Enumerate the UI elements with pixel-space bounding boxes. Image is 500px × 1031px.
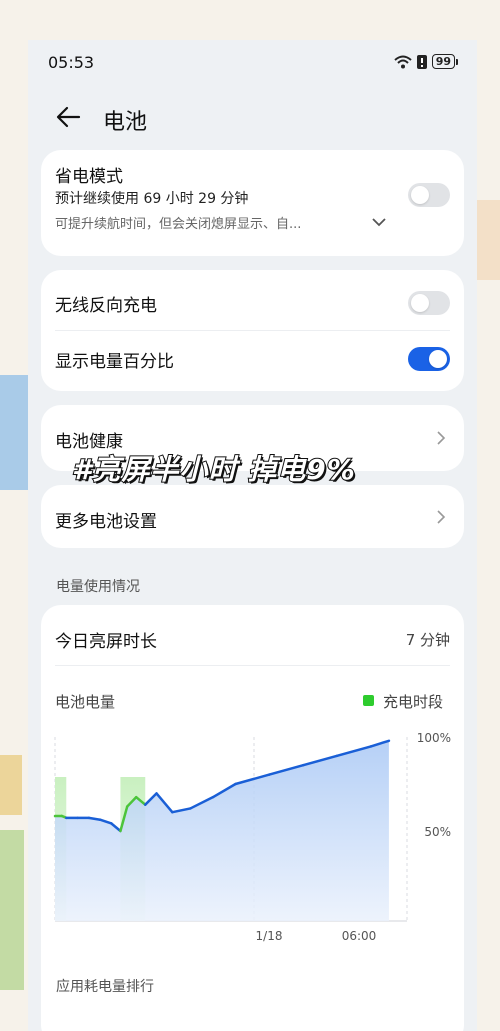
decor-stripe	[477, 200, 500, 280]
usage-card: 今日亮屏时长 7 分钟 电池电量 充电时段 100% 50% 1/18 06:00	[41, 605, 464, 1031]
power-saving-description: 可提升续航时间，但会关闭熄屏显示、自...	[55, 217, 302, 232]
status-time: 05:53	[48, 53, 95, 72]
decor-stripe	[0, 755, 22, 815]
legend-label: 充电时段	[383, 693, 444, 711]
y-tick-label: 50%	[424, 825, 451, 839]
ranking-section-label: 应用耗电量排行	[56, 979, 154, 995]
chevron-down-icon[interactable]	[371, 216, 387, 228]
more-settings-label: 更多电池设置	[55, 512, 157, 532]
wireless-reverse-toggle[interactable]	[408, 291, 450, 315]
chevron-right-icon	[437, 510, 446, 524]
screen-time-label: 今日亮屏时长	[55, 632, 157, 652]
wifi-icon	[394, 55, 412, 68]
power-saving-title: 省电模式	[55, 167, 123, 187]
x-tick-label: 06:00	[342, 929, 377, 943]
power-saving-card[interactable]: 省电模式 预计继续使用 69 小时 29 分钟 可提升续航时间，但会关闭熄屏显示…	[41, 150, 464, 256]
overlay-caption: #亮屏半小时 掉电9%	[71, 452, 356, 487]
show-percentage-label: 显示电量百分比	[55, 352, 174, 372]
battery-area	[55, 740, 389, 921]
decor-stripe	[0, 375, 28, 490]
chart-title: 电池电量	[55, 693, 116, 711]
x-tick-label: 1/18	[256, 929, 283, 943]
alert-icon	[416, 54, 427, 69]
legend-swatch	[363, 695, 374, 706]
back-arrow-icon[interactable]	[54, 102, 84, 132]
battery-icon: 99	[431, 54, 459, 69]
divider	[55, 330, 450, 331]
page-title: 电池	[103, 110, 148, 135]
power-saving-toggle[interactable]	[408, 183, 450, 207]
more-settings-card[interactable]: 更多电池设置	[41, 485, 464, 548]
wireless-reverse-label: 无线反向充电	[55, 296, 157, 316]
battery-chart: 100% 50% 1/18 06:00	[53, 731, 451, 943]
usage-section-label: 电量使用情况	[56, 579, 140, 595]
decor-stripe	[0, 830, 24, 990]
show-percentage-toggle[interactable]	[408, 347, 450, 371]
page-header: 电池	[28, 100, 477, 136]
y-tick-label: 100%	[417, 731, 451, 745]
screen-time-value: 7 分钟	[405, 631, 450, 649]
status-icons: 99	[394, 54, 459, 69]
chevron-right-icon	[437, 431, 446, 445]
charging-options-card: 无线反向充电 显示电量百分比	[41, 270, 464, 391]
phone-screen: 05:53 99 电池 省电模式 预计继续使用 69 小时 29 分钟 可提升续…	[28, 40, 477, 1031]
status-bar: 05:53 99	[28, 40, 477, 86]
power-saving-estimate: 预计继续使用 69 小时 29 分钟	[55, 191, 249, 207]
divider	[55, 665, 450, 666]
